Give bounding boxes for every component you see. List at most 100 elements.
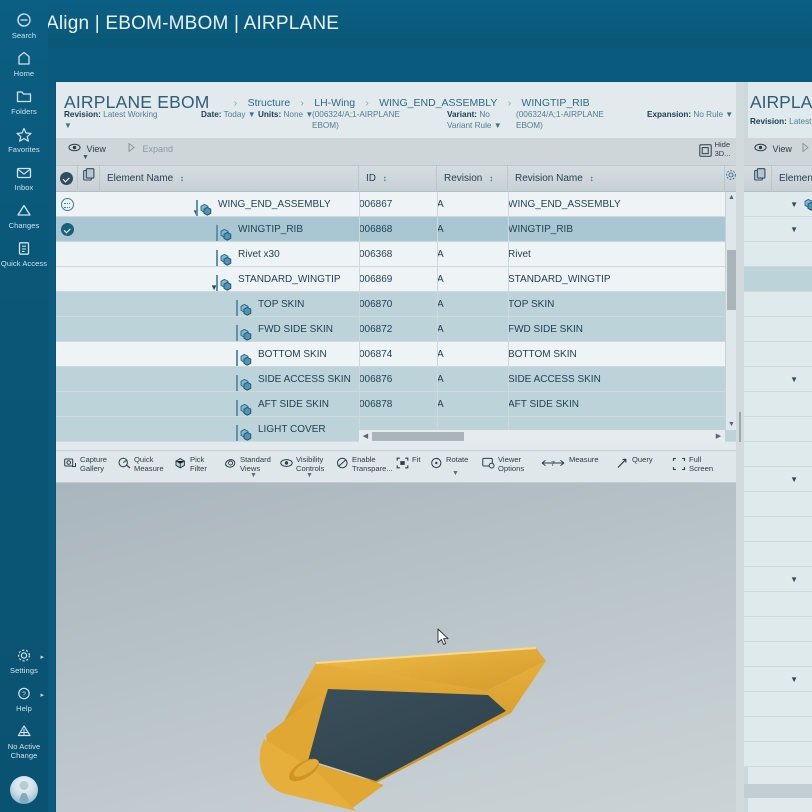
view-button[interactable]: View ▼	[68, 142, 106, 161]
viewer-tool-fit[interactable]: Fit	[396, 455, 424, 471]
table-row[interactable]: ▼ STANDARD_WINGTIP 006869 A STANDARD_WINGTIP	[56, 267, 736, 292]
row-select-checkbox[interactable]	[56, 317, 78, 342]
right-panel-row[interactable]	[744, 492, 812, 517]
vertical-scroll-thumb[interactable]	[727, 250, 736, 310]
right-panel-row[interactable]: ▼	[744, 367, 812, 392]
column-header-revision-name[interactable]: Revision Name ↕	[508, 166, 725, 192]
table-row[interactable]: WINGTIP_RIB 006868 A WINGTIP_RIB	[56, 217, 736, 242]
chevron-down-icon-right-row[interactable]: ▼	[790, 675, 798, 684]
viewer-tool-standard-views[interactable]: Standard Views ▼	[224, 455, 276, 479]
viewer-tool-viewer-options[interactable]: Viewer Options	[482, 455, 532, 473]
right-panel-row[interactable]	[744, 417, 812, 442]
right-panel-row[interactable]	[744, 517, 812, 542]
right-panel-row[interactable]	[744, 267, 812, 292]
table-row[interactable]: AFT SIDE SKIN 006878 A AFT SIDE SKIN	[56, 392, 736, 417]
right-column-header-copy[interactable]	[748, 166, 772, 192]
table-row[interactable]: TOP SKIN 006870 A TOP SKIN	[56, 292, 736, 317]
viewer-tool-measure[interactable]: 7 Measure	[540, 455, 610, 471]
chevron-down-icon-right-row[interactable]: ▼	[790, 225, 798, 234]
sidebar-item-search[interactable]: Search	[0, 6, 48, 44]
table-row[interactable]: Rivet x30 006368 A Rivet	[56, 242, 736, 267]
chevron-down-icon-tool[interactable]: ▼	[250, 471, 257, 480]
row-select-checkbox[interactable]	[56, 392, 78, 417]
filter-expansion[interactable]: Expansion: No Rule ▼	[647, 110, 737, 121]
right-panel-row[interactable]	[744, 242, 812, 267]
breadcrumb-item-structure[interactable]: Structure	[248, 97, 291, 109]
right-panel-row[interactable]	[744, 692, 812, 717]
viewer-tool-capture-gallery[interactable]: Capture Gallery	[64, 455, 112, 473]
sort-icon-revision-name[interactable]: ↕	[590, 174, 594, 183]
breadcrumb-item-wingtip-rib[interactable]: WINGTIP_RIB	[521, 97, 589, 109]
right-panel-row[interactable]	[744, 617, 812, 642]
table-row[interactable]: BOTTOM SKIN 006874 A BOTTOM SKIN	[56, 342, 736, 367]
scroll-up-arrow-icon[interactable]: ▲	[726, 192, 736, 203]
viewer-tool-visibility-controls[interactable]: Visibility Controls ▼	[280, 455, 332, 479]
right-panel-filter-revision[interactable]: Revision: Latest Working	[744, 113, 812, 128]
row-select-checkbox[interactable]	[56, 217, 78, 242]
sort-icon-element-name[interactable]: ↕	[180, 174, 184, 183]
sidebar-item-folders[interactable]: Folders	[0, 82, 48, 120]
right-panel-row[interactable]	[744, 717, 812, 742]
right-panel-row[interactable]	[744, 592, 812, 617]
expand-button[interactable]: Expand	[126, 142, 173, 155]
breadcrumb-item-lh-wing[interactable]: LH-Wing	[314, 97, 355, 109]
avatar[interactable]	[10, 776, 38, 804]
table-row[interactable]: ▼WING_END_ASSEMBLY006867AWING_END_ASSEMB…	[56, 192, 736, 217]
row-select-checkbox[interactable]	[56, 242, 78, 267]
viewer-tool-pick-filter[interactable]: Pick Filter	[174, 455, 210, 473]
right-panel-row[interactable]	[744, 742, 812, 767]
scroll-right-arrow-icon[interactable]: ▶	[712, 430, 725, 442]
sidebar-item-inbox[interactable]: Inbox	[0, 158, 48, 196]
row-select-checkbox[interactable]	[56, 342, 78, 367]
right-panel-row[interactable]	[744, 292, 812, 317]
chevron-down-icon-right-row[interactable]: ▼	[790, 475, 798, 484]
right-panel-row[interactable]: ▼	[744, 217, 812, 242]
sidebar-item-quick-access[interactable]: Quick Access	[0, 234, 48, 272]
filter-variant[interactable]: Variant: No Variant Rule ▼	[447, 110, 511, 131]
right-panel-row[interactable]: ▼	[744, 667, 812, 692]
chevron-down-icon-expansion[interactable]: ▼	[725, 110, 733, 119]
table-row[interactable]: FWD SIDE SKIN 006872 A FWD SIDE SKIN	[56, 317, 736, 342]
table-horizontal-scrollbar[interactable]: ◀ ▶	[359, 429, 725, 442]
sidebar-item-settings[interactable]: ▸ Settings	[0, 641, 48, 679]
chevron-down-icon-variant[interactable]: ▼	[494, 121, 502, 130]
wingtip-rib-3d-model[interactable]	[256, 643, 556, 812]
table-vertical-scrollbar[interactable]: ▲ ▼	[725, 192, 736, 430]
filter-revision[interactable]: Revision: Latest Working ▼	[64, 110, 160, 131]
chevron-down-icon-date[interactable]: ▼	[248, 110, 256, 119]
right-column-header-element-name[interactable]: Element Name	[772, 166, 812, 210]
scroll-left-arrow-icon[interactable]: ◀	[359, 430, 372, 442]
breadcrumb-item-wing-end-assembly[interactable]: WING_END_ASSEMBLY	[379, 97, 497, 109]
column-header-revision[interactable]: Revision ↕	[437, 166, 508, 192]
scroll-down-arrow-icon[interactable]: ▼	[726, 419, 736, 430]
filter-date[interactable]: Date: Today ▼	[201, 110, 259, 121]
3d-viewport[interactable]: Z X Y	[56, 483, 736, 812]
horizontal-scroll-thumb[interactable]	[372, 432, 464, 441]
right-panel-row[interactable]	[744, 392, 812, 417]
column-settings-button[interactable]	[725, 166, 736, 192]
row-select-checkbox[interactable]	[56, 292, 78, 317]
row-select-checkbox[interactable]	[56, 417, 78, 442]
viewer-tool-enable-transparency[interactable]: Enable Transpare...	[336, 455, 392, 473]
chevron-down-icon-right-row[interactable]: ▼	[790, 375, 798, 384]
row-select-checkbox[interactable]	[56, 192, 78, 217]
hide-3d-button[interactable]: Hide 3D...	[698, 140, 730, 160]
sidebar-item-help[interactable]: ? ▸ Help	[0, 679, 48, 717]
sidebar-item-no-active-change[interactable]: No Active Change	[0, 717, 48, 764]
right-panel-row[interactable]	[744, 542, 812, 567]
chevron-right-icon-settings[interactable]: ▸	[40, 653, 44, 661]
right-panel-row[interactable]	[744, 342, 812, 367]
row-select-checkbox[interactable]	[56, 267, 78, 292]
filter-units[interactable]: Units: None ▼	[258, 110, 314, 121]
chevron-down-icon-right-row[interactable]: ▼	[790, 575, 798, 584]
column-header-id[interactable]: ID ↕	[359, 166, 437, 192]
viewer-tool-full-screen[interactable]: Full Screen	[672, 455, 724, 473]
chevron-down-icon-revision[interactable]: ▼	[64, 121, 72, 130]
viewer-tool-query[interactable]: Query	[616, 455, 662, 471]
column-header-element-name[interactable]: Element Name ↕	[100, 166, 359, 192]
right-panel-row[interactable]: ▼	[744, 467, 812, 492]
chevron-down-icon-tool[interactable]: ▼	[452, 469, 459, 478]
row-select-checkbox[interactable]	[56, 367, 78, 392]
column-header-select[interactable]	[56, 166, 78, 192]
chevron-down-icon-right-row[interactable]: ▼	[790, 200, 798, 209]
